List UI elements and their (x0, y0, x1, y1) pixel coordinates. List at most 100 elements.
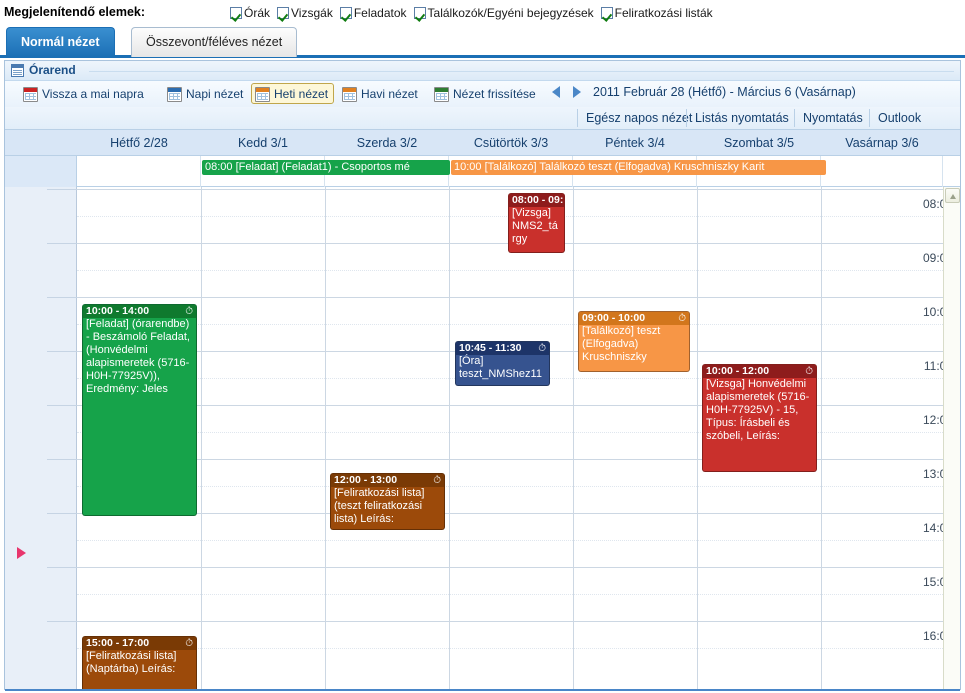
hour-separator-5 (47, 459, 77, 460)
action-button-1[interactable]: Listás nyomtatás (686, 109, 797, 127)
event-talalkozo-friday[interactable]: 09:00 - 10:00 ⏱ [Találkozó] teszt (Elfogad… (578, 311, 690, 372)
panel-bottom-edge (5, 689, 960, 691)
event-time-header: 08:00 - 09:⏱ (509, 194, 564, 207)
day-divider-4 (573, 187, 574, 689)
day-divider-5 (697, 187, 698, 689)
all-day-event-1[interactable]: 10:00 [Találkozó] Találkozó teszt (Elfog… (451, 160, 826, 175)
alarm-clock-icon: ⏱ (538, 343, 546, 354)
event-time-header: 10:00 - 12:00 ⏱ (703, 365, 816, 378)
day-header-3[interactable]: Csütörtök 3/3 (449, 135, 573, 151)
toolbar-button-3[interactable]: Havi nézet (338, 83, 424, 104)
day-header-0[interactable]: Hétfő 2/28 (77, 135, 201, 151)
day-header-4[interactable]: Péntek 3/4 (573, 135, 697, 151)
icon-grid (344, 93, 355, 100)
alarm-clock-icon: ⏱ (433, 475, 441, 486)
icon-grid (25, 93, 36, 100)
toolbar-button-2[interactable]: Heti nézet (251, 83, 335, 104)
next-week-button[interactable] (573, 86, 581, 98)
alarm-clock-icon: ⏱ (805, 366, 813, 377)
day-header-2[interactable]: Szerda 3/2 (325, 135, 449, 151)
event-feliratkozas-monday[interactable]: 15:00 - 17:00 ⏱ [Feliratkozási lista] (Nap… (82, 636, 197, 689)
alarm-clock-icon: ⏱ (185, 638, 193, 649)
vertical-scrollbar[interactable] (943, 187, 960, 689)
filter-checkbox-label: Feladatok (353, 6, 407, 20)
event-ora-thursday[interactable]: 10:45 - 11:30 ⏱ [Óra] teszt_NMShez11 (455, 341, 550, 386)
hour-gridline-8 (77, 621, 943, 622)
event-body-text: [Találkozó] teszt (Elfogadva) Kruschnisz… (582, 325, 661, 363)
event-vizsga-saturday[interactable]: 10:00 - 12:00 ⏱ [Vizsga] Honvédelmi alapis… (702, 364, 817, 472)
checkbox-checked-icon[interactable] (230, 7, 242, 19)
event-body-text: [Feliratkozási lista] (teszt feliratkozá… (334, 487, 425, 525)
checkbox-checked-icon[interactable] (339, 7, 352, 19)
view-tabs: Normál nézet Összevont/féléves nézet (0, 27, 965, 58)
filter-checkbox-2[interactable]: Feladatok (339, 6, 407, 20)
schedule-panel: Órarend 2011 Február 28 (Hétfő) - Márciu… (4, 60, 961, 691)
filter-checkbox-3[interactable]: Találkozók/Egyéni bejegyzések (413, 6, 594, 20)
hour-separator-8 (47, 621, 77, 622)
toolbar-button-4[interactable]: Nézet frissítése (430, 83, 542, 104)
prev-week-button[interactable] (552, 86, 560, 98)
week-grid[interactable]: 08:00 09:00 10:00 11:00 12:00 13:00 14:00 15:00… (5, 187, 960, 689)
alarm-clock-icon: ⏱ (678, 313, 686, 324)
icon-grid (436, 93, 447, 100)
tab-combined-semester-view[interactable]: Összevont/féléves nézet (131, 27, 298, 57)
calendar-day-icon (167, 87, 182, 102)
all-day-column-6[interactable] (821, 156, 943, 188)
event-time-header: 10:00 - 14:00 ⏱ (83, 305, 196, 318)
event-time-header: 12:00 - 13:00 ⏱ (331, 474, 444, 487)
action-button-3[interactable]: Outlook export (869, 109, 960, 143)
toolbar-button-label: Vissza a mai napra (42, 87, 144, 101)
day-header-6[interactable]: Vasárnap 3/6 (821, 135, 943, 151)
checkbox-checked-icon[interactable] (277, 7, 290, 19)
event-time-header: 09:00 - 10:00 ⏱ (579, 312, 689, 325)
event-body-text: [Vizsga] Honvédelmi alapismeretek (5716-… (706, 378, 810, 442)
half-hour-gridline-5 (77, 486, 943, 487)
all-day-event-0[interactable]: 08:00 [Feladat] (Feladat1) - Csoportos m… (202, 160, 450, 175)
header-divider (89, 71, 954, 72)
hour-separator-0 (47, 189, 77, 190)
day-divider-2 (325, 187, 326, 689)
time-gutter (5, 187, 77, 689)
hour-gridline-7 (77, 567, 943, 568)
alarm-clock-icon: ⏱ (185, 306, 193, 317)
icon-grid (169, 93, 180, 100)
hour-separator-3 (47, 351, 77, 352)
event-feliratkozas-wednesday[interactable]: 12:00 - 13:00 ⏱ [Feliratkozási lista] (tes… (330, 473, 445, 530)
toolbar-button-0[interactable]: Vissza a mai napra (19, 83, 150, 104)
filter-checkbox-4[interactable]: Feliratkozási listák (600, 6, 713, 20)
all-day-gutter (5, 156, 77, 188)
hour-gridline-0 (77, 189, 943, 190)
hour-separator-2 (47, 297, 77, 298)
filter-checkbox-0[interactable]: Órák (230, 6, 270, 20)
hour-gridline-6 (77, 513, 943, 514)
calendar-today-icon (23, 87, 38, 102)
action-button-2[interactable]: Nyomtatás (794, 109, 871, 127)
event-body-text: [Feliratkozási lista] (Naptárba) Leírás: (86, 650, 177, 675)
calendar-application: Megjelenítendő elemek: Órák Vizsgák Felada… (0, 0, 965, 693)
all-day-column-0[interactable] (77, 156, 201, 188)
scroll-up-button[interactable] (945, 188, 960, 203)
filter-checkbox-1[interactable]: Vizsgák (277, 6, 333, 20)
panel-header: Órarend (5, 61, 960, 81)
filter-bar-title: Megjelenítendő elemek: (4, 5, 146, 19)
current-time-marker (17, 547, 26, 559)
event-feladat-monday[interactable]: 10:00 - 14:00 ⏱ [Feladat] (órarendbe) - Be… (82, 304, 197, 516)
hour-separator-1 (47, 243, 77, 244)
action-button-0[interactable]: Egész napos nézet (577, 109, 700, 127)
day-header-1[interactable]: Kedd 3/1 (201, 135, 325, 151)
tab-normal-view[interactable]: Normál nézet (6, 27, 115, 57)
hour-separator-4 (47, 405, 77, 406)
toolbar-button-label: Heti nézet (274, 87, 329, 101)
checkbox-checked-icon[interactable] (600, 7, 613, 19)
half-hour-gridline-7 (77, 594, 943, 595)
event-body-text: [Feladat] (órarendbe) - Beszámoló Felada… (86, 318, 190, 395)
day-header-5[interactable]: Szombat 3/5 (697, 135, 821, 151)
icon-grid (257, 93, 268, 100)
calendar-grid-icon (11, 64, 24, 77)
event-body-text: [Vizsga] NMS2_tárgy (512, 207, 558, 245)
calendar-week-icon (255, 87, 270, 102)
calendar-month-icon (342, 87, 357, 102)
toolbar-button-1[interactable]: Napi nézet (163, 83, 249, 104)
checkbox-checked-icon[interactable] (413, 7, 426, 19)
event-vizsga-thursday[interactable]: 08:00 - 09:⏱[Vizsga] NMS2_tárgy (508, 193, 565, 253)
